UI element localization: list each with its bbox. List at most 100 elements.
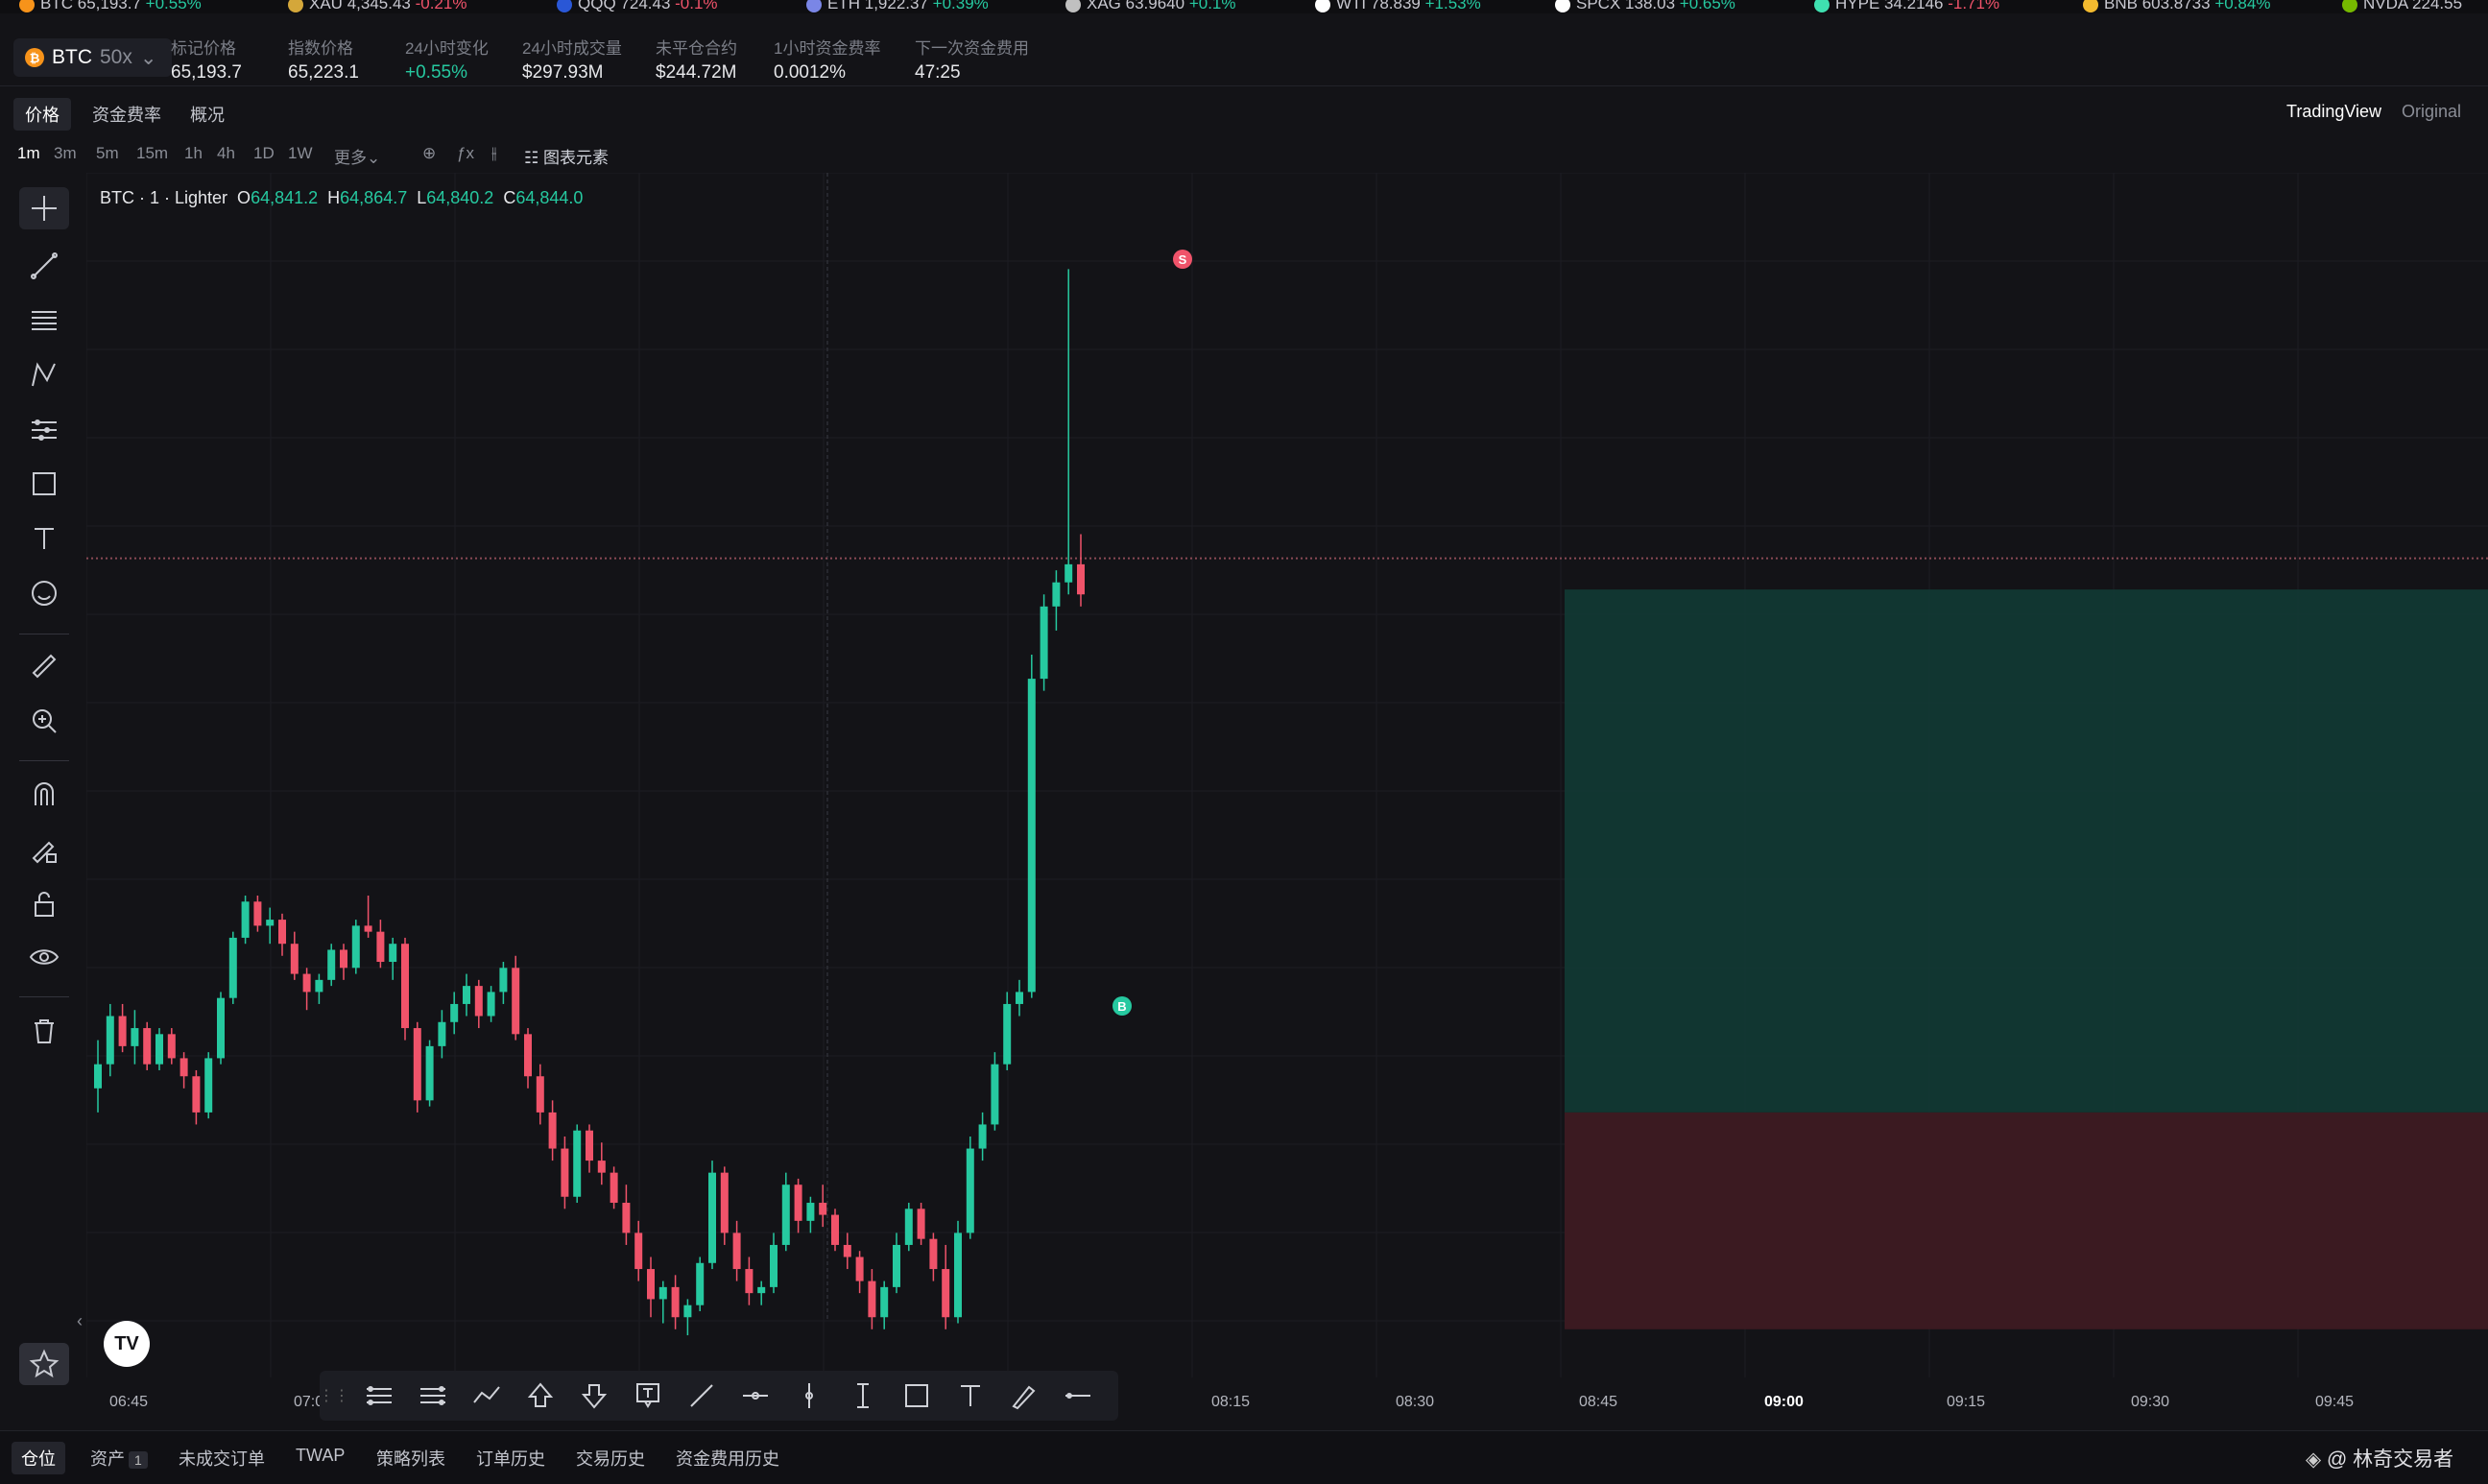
tab-assets[interactable]: 资产 1 (81, 1442, 157, 1474)
symbol-selector[interactable]: ₿ BTC 50x ⌄ (13, 38, 173, 77)
tab-positions[interactable]: 仓位 (12, 1442, 65, 1474)
ticker-change: +0.1% (1188, 0, 1236, 12)
horizontal-line-icon[interactable] (1059, 1378, 1097, 1413)
rectangle-tool[interactable] (19, 463, 69, 505)
tab-trade-history[interactable]: 交易历史 (566, 1442, 655, 1474)
tab-overview[interactable]: 概况 (179, 98, 236, 131)
text-tool[interactable] (19, 517, 69, 560)
stat-value: 47:25 (915, 62, 961, 83)
ticker-item-qqq[interactable]: QQQ 724.43 -0.1% (557, 0, 718, 13)
time-label: 06:45 (109, 1394, 149, 1410)
ticker-price: 138.03 (1625, 0, 1680, 12)
candle-body (228, 937, 237, 998)
tab-funding[interactable]: 资金费率 (81, 98, 173, 131)
candle-body (327, 949, 336, 980)
favorites-star-icon[interactable] (19, 1343, 69, 1385)
brush-icon[interactable] (1005, 1378, 1043, 1413)
ticker-item-eth[interactable]: ETH 1,922.37 +0.39% (806, 0, 989, 13)
ticker-change: +0.55% (145, 0, 202, 12)
rectangle-icon[interactable] (897, 1378, 936, 1413)
ticker-item-wti[interactable]: WTI 78.839 +1.53% (1315, 0, 1481, 13)
candle-body (302, 973, 311, 993)
crosshair-tool[interactable] (19, 187, 69, 229)
timeframe-1m[interactable]: 1m (17, 144, 40, 163)
eye-icon[interactable] (19, 936, 69, 978)
tab-open-orders[interactable]: 未成交订单 (169, 1442, 275, 1474)
candle-body (351, 925, 360, 969)
tab-funding-history[interactable]: 资金费用历史 (666, 1442, 789, 1474)
candle-body (315, 979, 323, 993)
ticker-item-btc[interactable]: BTC 65,193.7 +0.55% (19, 0, 202, 13)
zoom-in-icon[interactable] (19, 700, 69, 742)
fib-tool[interactable] (19, 299, 69, 342)
timeframe-5m[interactable]: 5m (96, 144, 119, 163)
chart-elements-button[interactable]: ☷ 图表元素 (524, 144, 609, 168)
candle-body (143, 1028, 152, 1065)
add-indicator-icon[interactable]: ⊕ (422, 144, 436, 163)
candle-body (991, 1064, 999, 1125)
ticker-change: +0.65% (1679, 0, 1735, 12)
ruler-icon[interactable] (19, 645, 69, 687)
timeframe-more[interactable]: 更多⌄ (334, 144, 380, 168)
timeframe-1D[interactable]: 1D (253, 144, 275, 163)
timeframe-15m[interactable]: 15m (136, 144, 168, 163)
short-position-icon[interactable] (414, 1378, 452, 1413)
ticker-item-nvda[interactable]: NVDA 224.55 (2342, 0, 2462, 13)
arrow-up-icon[interactable] (521, 1378, 560, 1413)
horizontal-ray-icon[interactable] (736, 1378, 775, 1413)
magnet-icon[interactable] (19, 774, 69, 816)
unlock-icon[interactable] (19, 883, 69, 925)
path-icon[interactable] (467, 1378, 506, 1413)
ticker-symbol: XAG (1087, 0, 1126, 12)
candle-body (266, 920, 275, 926)
trash-icon[interactable] (19, 1010, 69, 1052)
ticker-symbol: WTI (1336, 0, 1371, 12)
ray-icon[interactable] (682, 1378, 721, 1413)
tab-tradingview[interactable]: TradingView (2275, 98, 2393, 126)
note-icon[interactable] (629, 1378, 667, 1413)
long-position-icon[interactable] (360, 1378, 398, 1413)
ticker-item-hype[interactable]: HYPE 34.2146 -1.71% (1814, 0, 1999, 13)
emoji-tool[interactable] (19, 572, 69, 614)
candle-body (278, 920, 286, 945)
tab-order-history[interactable]: 订单历史 (466, 1442, 555, 1474)
tab-strategies[interactable]: 策略列表 (367, 1442, 455, 1474)
ticker-item-bnb[interactable]: BNB 603.8733 +0.84% (2083, 0, 2270, 13)
candle-body (954, 1233, 962, 1318)
vertical-line-icon[interactable] (790, 1378, 828, 1413)
ticker-item-xag[interactable]: XAG 63.9640 +0.1% (1065, 0, 1236, 13)
qqq-coin-icon (557, 0, 572, 12)
ticker-symbol: ETH (827, 0, 865, 12)
chart-legend: BTC · 1 · Lighter O64,841.2 H64,864.7 L6… (100, 188, 584, 207)
tab-twap[interactable]: TWAP (286, 1442, 354, 1470)
function-icon[interactable]: ƒx (457, 144, 474, 163)
ticker-symbol: BTC (40, 0, 78, 12)
pattern-tool[interactable] (19, 354, 69, 396)
text-icon[interactable] (951, 1378, 990, 1413)
candle-body (425, 1045, 434, 1101)
ticker-price: 63.9640 (1125, 0, 1189, 12)
timeframe-3m[interactable]: 3m (54, 144, 77, 163)
ticker-item-xau[interactable]: XAU 4,345.43 -0.21% (288, 0, 466, 13)
trend-line-tool[interactable] (19, 245, 69, 287)
tradingview-logo[interactable]: TV (104, 1321, 150, 1367)
price-chart[interactable]: SB (86, 173, 2488, 1377)
lock-drawings-icon[interactable] (19, 828, 69, 871)
ticker-symbol: HYPE (1835, 0, 1885, 12)
price-range-icon[interactable] (844, 1378, 882, 1413)
arrow-down-icon[interactable] (575, 1378, 613, 1413)
timeframe-1h[interactable]: 1h (184, 144, 203, 163)
drag-handle-icon[interactable]: ⋮⋮ (319, 1378, 349, 1413)
candle-body (893, 1244, 900, 1287)
collapse-toolbar-icon[interactable]: ‹ (77, 1311, 83, 1331)
projection-tool[interactable] (19, 409, 69, 451)
tab-price[interactable]: 价格 (13, 98, 71, 131)
ticker-item-spcx[interactable]: SPCX 138.03 +0.65% (1555, 0, 1735, 13)
timeframe-4h[interactable]: 4h (217, 144, 235, 163)
compare-icon[interactable]: ⫲ (491, 144, 497, 163)
tab-original[interactable]: Original (2390, 98, 2473, 126)
stat-value: $297.93M (522, 62, 604, 83)
ticker-symbol: BNB (2104, 0, 2142, 12)
timeframe-1W[interactable]: 1W (288, 144, 313, 163)
candle-body (548, 1112, 557, 1149)
